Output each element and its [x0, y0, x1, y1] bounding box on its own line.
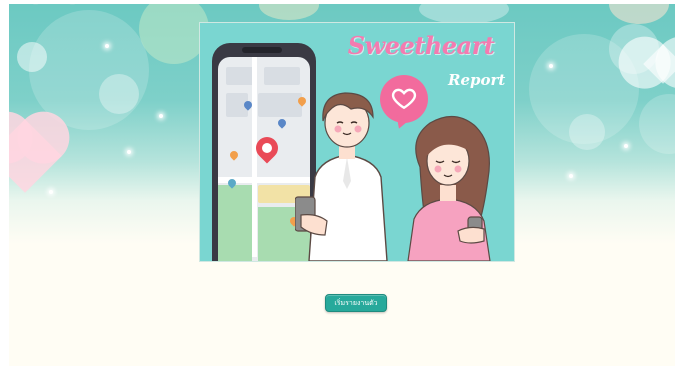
phone-notch [242, 47, 282, 53]
heart-shape-decoration [9, 119, 62, 193]
bokeh-light [419, 4, 509, 24]
start-report-button[interactable]: เริ่มรายงานตัว [325, 294, 387, 312]
sweetheart-report-banner: Sweetheart Report [199, 22, 515, 262]
sparkle [49, 190, 53, 194]
bokeh-light [569, 114, 605, 150]
man-illustration [295, 92, 388, 261]
bokeh-light [609, 4, 669, 24]
sparkle [624, 144, 628, 148]
poster-title: Sweetheart [347, 31, 495, 60]
sparkle [549, 64, 553, 68]
sparkle [159, 114, 163, 118]
map-pin-icon [276, 117, 288, 129]
bokeh-light [259, 4, 319, 20]
bokeh-light [639, 94, 675, 154]
sparkle [127, 150, 131, 154]
bokeh-light [99, 74, 139, 114]
sparkle [105, 44, 109, 48]
woman-illustration [407, 115, 491, 261]
map-pin-icon [228, 149, 240, 161]
page: Sweetheart Report เริ่มรายงานตัว [9, 4, 675, 366]
poster-subtitle: Report [448, 71, 506, 89]
sparkle [569, 174, 573, 178]
heart-shape-decoration [643, 44, 675, 84]
bokeh-light [17, 42, 47, 72]
